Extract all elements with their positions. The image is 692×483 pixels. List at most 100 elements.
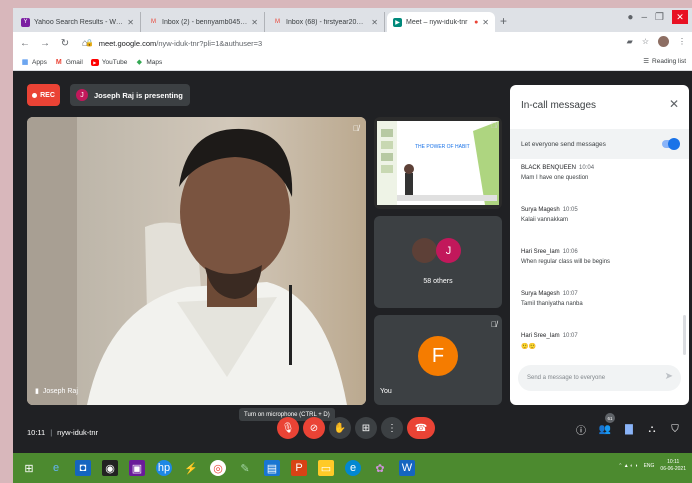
paint3d-icon[interactable]: ✿: [372, 460, 388, 476]
app-icon[interactable]: ⚡: [183, 460, 199, 476]
media-app-icon[interactable]: ▣: [129, 460, 145, 476]
microphone-button[interactable]: 🎙: [277, 417, 299, 439]
record-dot-icon: [32, 92, 38, 98]
star-icon[interactable]: ☆: [642, 37, 649, 46]
mic-off-icon: 🎙: [281, 422, 295, 434]
chat-input[interactable]: Send a message to everyone ➤: [518, 365, 681, 391]
meeting-details-button[interactable]: ⓘ: [573, 421, 589, 437]
leave-call-button[interactable]: ☎: [407, 417, 435, 439]
store-icon[interactable]: ◘: [75, 460, 91, 476]
participant-photo-avatar: [412, 238, 437, 263]
chat-icon: ▇: [625, 423, 633, 435]
tray-icons[interactable]: ⌃ ▲ ◐ ◑: [618, 463, 637, 469]
people-button[interactable]: 👥 61: [597, 413, 615, 437]
others-tile[interactable]: J 58 others: [374, 216, 502, 308]
send-icon[interactable]: ➤: [665, 371, 673, 382]
recording-dot-icon: ●: [474, 18, 479, 26]
forward-icon[interactable]: →: [37, 38, 53, 49]
chat-message: BLACK BENQUEEN 10:04 Mam I have one quest…: [521, 165, 595, 181]
activities-icon: ⛬: [648, 423, 656, 435]
chat-message: Hari Sree_Iam 10:06 When regular class wi…: [521, 249, 611, 265]
raise-hand-button[interactable]: ✋: [329, 417, 351, 439]
chat-button[interactable]: ▇: [621, 421, 637, 437]
paint-icon[interactable]: ✎: [237, 460, 253, 476]
presenting-banner[interactable]: J Joseph Raj is presenting: [70, 84, 190, 106]
chat-message: Surya Magesh 10:05 Kalaii vannakkam: [521, 207, 578, 223]
profile-avatar[interactable]: [658, 36, 669, 47]
participant-avatar: J: [436, 238, 461, 263]
browser-window: Y Yahoo Search Results - Web sea ✕ M Inb…: [13, 8, 692, 483]
menu-icon[interactable]: ⋮: [678, 37, 686, 46]
camera-app-icon[interactable]: ◉: [102, 460, 118, 476]
minimize-icon[interactable]: –: [641, 12, 647, 23]
taskbar-clock[interactable]: 10:11 06-06-2021: [660, 459, 686, 473]
self-label: You: [380, 388, 392, 395]
more-options-button[interactable]: ⋮: [381, 417, 403, 439]
new-tab-button[interactable]: +: [500, 14, 507, 28]
pin-icon: ▮: [35, 388, 39, 395]
presenter-video: [27, 117, 366, 405]
bookmark-maps[interactable]: ◆ Maps: [135, 59, 163, 67]
close-tab-icon[interactable]: ✕: [251, 18, 258, 27]
toolbar-actions: ▰ ☆ ⋮: [627, 36, 686, 47]
mic-off-icon: 🎙̸: [491, 320, 497, 329]
chrome-icon[interactable]: ◎: [210, 460, 226, 476]
tab-yahoo[interactable]: Y Yahoo Search Results - Web sea ✕: [15, 12, 141, 32]
bookmark-gmail[interactable]: M Gmail: [55, 59, 83, 66]
close-window-icon[interactable]: ✕: [672, 10, 688, 24]
chat-title: In-call messages: [521, 100, 597, 111]
tab-search-icon[interactable]: ●: [627, 12, 633, 23]
meet-area: REC J Joseph Raj is presenting 🎙̸ ▮ Jose…: [13, 71, 692, 453]
file-explorer-icon[interactable]: ▭: [318, 460, 334, 476]
documents-icon[interactable]: ▤: [264, 460, 280, 476]
hand-icon: ✋: [333, 422, 347, 434]
mic-off-icon: 🎙̸: [353, 124, 359, 133]
tab-meet[interactable]: ▶ Meet – nyw-iduk-tnr ● ✕: [387, 12, 495, 32]
apps-grid-icon: ▦: [21, 59, 29, 66]
tab-inbox-1[interactable]: M Inbox (2) - bennyamb0457@gm ✕: [143, 12, 265, 32]
edge-icon[interactable]: e: [345, 460, 361, 476]
close-icon[interactable]: ✕: [669, 97, 679, 111]
activities-button[interactable]: ⛬: [644, 421, 660, 437]
tab-inbox-2[interactable]: M Inbox (68) - firstyear2020@dmi ✕: [267, 12, 385, 32]
gmail-icon: M: [275, 19, 280, 25]
browser-toolbar: ← → ↻ ⌂ 🔒 meet.google.com/nyw-iduk-tnr?p…: [13, 32, 692, 54]
chat-scrollbar[interactable]: [683, 315, 686, 355]
yahoo-icon: Y: [21, 17, 30, 27]
bookmark-apps[interactable]: ▦ Apps: [21, 59, 47, 67]
reload-icon[interactable]: ↻: [57, 38, 73, 49]
mic-off-icon: 🎙̸: [491, 121, 497, 130]
word-icon[interactable]: W: [399, 460, 415, 476]
presentation-tile[interactable]: THE POWER OF HABIT 🎙̸: [374, 117, 502, 209]
close-tab-icon[interactable]: ✕: [371, 18, 378, 27]
presentation-slide: THE POWER OF HABIT: [377, 121, 499, 205]
hp-icon[interactable]: hp: [156, 460, 172, 476]
maximize-icon[interactable]: ❐: [655, 12, 664, 23]
reading-list-button[interactable]: ☰ Reading list: [643, 57, 686, 66]
self-avatar: F: [418, 336, 458, 376]
presenter-avatar: J: [76, 89, 88, 101]
present-button[interactable]: ⊞: [355, 417, 377, 439]
close-tab-icon[interactable]: ✕: [482, 18, 489, 27]
address-bar[interactable]: 🔒 meet.google.com/nyw-iduk-tnr?pli=1&aut…: [85, 36, 625, 50]
host-controls-button[interactable]: ⛉: [667, 421, 683, 437]
internet-explorer-icon[interactable]: e: [48, 460, 64, 476]
tab-bar: Y Yahoo Search Results - Web sea ✕ M Inb…: [13, 8, 692, 32]
powerpoint-icon[interactable]: P: [291, 460, 307, 476]
close-tab-icon[interactable]: ✕: [127, 18, 134, 27]
maps-icon: ◆: [136, 59, 143, 66]
back-icon[interactable]: ←: [17, 38, 33, 49]
present-screen-icon: ⊞: [361, 422, 371, 434]
chat-setting-row: Let everyone send messages: [510, 129, 689, 159]
shield-icon: ⛉: [671, 423, 679, 435]
bookmark-youtube[interactable]: ▶ YouTube: [90, 58, 127, 66]
camera-permission-icon[interactable]: ▰: [627, 37, 633, 46]
chat-panel: In-call messages ✕ Let everyone send mes…: [510, 85, 689, 405]
camera-button[interactable]: ⊘: [303, 417, 325, 439]
self-tile[interactable]: F 🎙̸ You: [374, 315, 502, 405]
windows-start-icon[interactable]: ⊞: [21, 460, 37, 476]
main-video-tile[interactable]: 🎙̸ ▮ Joseph Raj: [27, 117, 366, 405]
let-everyone-send-toggle[interactable]: [662, 138, 680, 150]
lock-icon: 🔒: [85, 40, 94, 47]
toggle-knob: [668, 138, 680, 150]
